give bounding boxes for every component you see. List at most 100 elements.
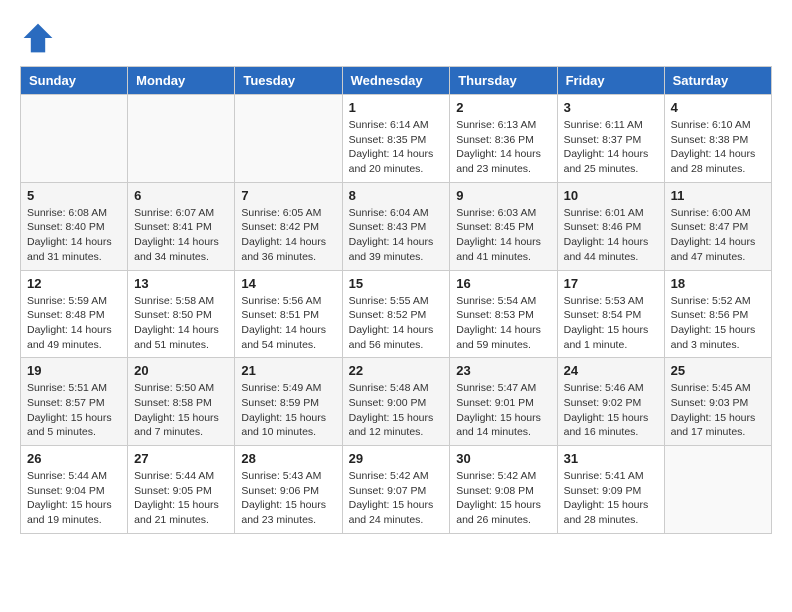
day-info: Sunrise: 6:13 AMSunset: 8:36 PMDaylight:… (456, 118, 550, 177)
calendar-cell: 4 Sunrise: 6:10 AMSunset: 8:38 PMDaylight… (664, 95, 771, 183)
day-number: 7 (241, 188, 335, 203)
day-info: Sunrise: 5:47 AMSunset: 9:01 PMDaylight:… (456, 381, 550, 440)
calendar-cell: 17 Sunrise: 5:53 AMSunset: 8:54 PMDayligh… (557, 270, 664, 358)
calendar-day-header: Monday (128, 67, 235, 95)
day-info: Sunrise: 5:42 AMSunset: 9:08 PMDaylight:… (456, 469, 550, 528)
day-number: 14 (241, 276, 335, 291)
day-number: 5 (27, 188, 121, 203)
day-info: Sunrise: 5:55 AMSunset: 8:52 PMDaylight:… (349, 294, 444, 353)
day-info: Sunrise: 6:00 AMSunset: 8:47 PMDaylight:… (671, 206, 765, 265)
day-number: 11 (671, 188, 765, 203)
day-number: 15 (349, 276, 444, 291)
day-number: 1 (349, 100, 444, 115)
day-info: Sunrise: 5:44 AMSunset: 9:05 PMDaylight:… (134, 469, 228, 528)
calendar-day-header: Sunday (21, 67, 128, 95)
day-number: 22 (349, 363, 444, 378)
calendar-cell: 23 Sunrise: 5:47 AMSunset: 9:01 PMDayligh… (450, 358, 557, 446)
calendar-week-row: 26 Sunrise: 5:44 AMSunset: 9:04 PMDayligh… (21, 446, 772, 534)
day-info: Sunrise: 6:11 AMSunset: 8:37 PMDaylight:… (564, 118, 658, 177)
calendar-cell (664, 446, 771, 534)
day-info: Sunrise: 6:03 AMSunset: 8:45 PMDaylight:… (456, 206, 550, 265)
day-info: Sunrise: 5:53 AMSunset: 8:54 PMDaylight:… (564, 294, 658, 353)
calendar-cell (128, 95, 235, 183)
calendar-cell: 10 Sunrise: 6:01 AMSunset: 8:46 PMDayligh… (557, 182, 664, 270)
day-number: 10 (564, 188, 658, 203)
calendar-cell: 18 Sunrise: 5:52 AMSunset: 8:56 PMDayligh… (664, 270, 771, 358)
calendar-cell: 22 Sunrise: 5:48 AMSunset: 9:00 PMDayligh… (342, 358, 450, 446)
day-info: Sunrise: 5:59 AMSunset: 8:48 PMDaylight:… (27, 294, 121, 353)
day-info: Sunrise: 6:10 AMSunset: 8:38 PMDaylight:… (671, 118, 765, 177)
calendar-day-header: Tuesday (235, 67, 342, 95)
calendar-cell: 1 Sunrise: 6:14 AMSunset: 8:35 PMDaylight… (342, 95, 450, 183)
day-number: 25 (671, 363, 765, 378)
calendar-cell: 26 Sunrise: 5:44 AMSunset: 9:04 PMDayligh… (21, 446, 128, 534)
day-number: 13 (134, 276, 228, 291)
logo-icon (20, 20, 56, 56)
calendar-cell (21, 95, 128, 183)
calendar-cell: 25 Sunrise: 5:45 AMSunset: 9:03 PMDayligh… (664, 358, 771, 446)
calendar-week-row: 19Sunrise: 5:51 AMSunset: 8:57 PMDayligh… (21, 358, 772, 446)
day-number: 3 (564, 100, 658, 115)
day-info: Sunrise: 5:54 AMSunset: 8:53 PMDaylight:… (456, 294, 550, 353)
day-number: 31 (564, 451, 658, 466)
calendar-cell: 21 Sunrise: 5:49 AMSunset: 8:59 PMDayligh… (235, 358, 342, 446)
day-info: Sunrise: 6:14 AMSunset: 8:35 PMDaylight:… (349, 118, 444, 177)
day-info: Sunrise: 5:56 AMSunset: 8:51 PMDaylight:… (241, 294, 335, 353)
page-header (20, 20, 772, 56)
day-number: 12 (27, 276, 121, 291)
calendar-cell: 27Sunrise: 5:44 AMSunset: 9:05 PMDayligh… (128, 446, 235, 534)
day-info: Sunrise: 5:49 AMSunset: 8:59 PMDaylight:… (241, 381, 335, 440)
calendar-week-row: 5 Sunrise: 6:08 AMSunset: 8:40 PMDaylight… (21, 182, 772, 270)
day-info: Sunrise: 6:07 AMSunset: 8:41 PMDaylight:… (134, 206, 228, 265)
day-info: Sunrise: 6:08 AMSunset: 8:40 PMDaylight:… (27, 206, 121, 265)
day-number: 20 (134, 363, 228, 378)
day-number: 17 (564, 276, 658, 291)
calendar-table: SundayMondayTuesdayWednesdayThursdayFrid… (20, 66, 772, 534)
day-number: 23 (456, 363, 550, 378)
calendar-cell: 20 Sunrise: 5:50 AMSunset: 8:58 PMDayligh… (128, 358, 235, 446)
calendar-cell: 9 Sunrise: 6:03 AMSunset: 8:45 PMDaylight… (450, 182, 557, 270)
day-number: 18 (671, 276, 765, 291)
calendar-day-header: Friday (557, 67, 664, 95)
day-info: Sunrise: 5:42 AMSunset: 9:07 PMDaylight:… (349, 469, 444, 528)
calendar-week-row: 1 Sunrise: 6:14 AMSunset: 8:35 PMDaylight… (21, 95, 772, 183)
calendar-cell: 31Sunrise: 5:41 AMSunset: 9:09 PMDayligh… (557, 446, 664, 534)
calendar-header-row: SundayMondayTuesdayWednesdayThursdayFrid… (21, 67, 772, 95)
day-number: 16 (456, 276, 550, 291)
calendar-cell: 24 Sunrise: 5:46 AMSunset: 9:02 PMDayligh… (557, 358, 664, 446)
day-info: Sunrise: 5:52 AMSunset: 8:56 PMDaylight:… (671, 294, 765, 353)
day-info: Sunrise: 5:46 AMSunset: 9:02 PMDaylight:… (564, 381, 658, 440)
calendar-week-row: 12 Sunrise: 5:59 AMSunset: 8:48 PMDayligh… (21, 270, 772, 358)
calendar-cell (235, 95, 342, 183)
calendar-cell: 14 Sunrise: 5:56 AMSunset: 8:51 PMDayligh… (235, 270, 342, 358)
day-info: Sunrise: 5:45 AMSunset: 9:03 PMDaylight:… (671, 381, 765, 440)
day-number: 30 (456, 451, 550, 466)
calendar-cell: 3 Sunrise: 6:11 AMSunset: 8:37 PMDaylight… (557, 95, 664, 183)
day-info: Sunrise: 6:05 AMSunset: 8:42 PMDaylight:… (241, 206, 335, 265)
day-number: 2 (456, 100, 550, 115)
day-number: 24 (564, 363, 658, 378)
day-info: Sunrise: 6:04 AMSunset: 8:43 PMDaylight:… (349, 206, 444, 265)
calendar-cell: 13Sunrise: 5:58 AMSunset: 8:50 PMDayligh… (128, 270, 235, 358)
day-info: Sunrise: 5:48 AMSunset: 9:00 PMDaylight:… (349, 381, 444, 440)
day-number: 4 (671, 100, 765, 115)
day-number: 9 (456, 188, 550, 203)
day-number: 26 (27, 451, 121, 466)
calendar-cell: 29 Sunrise: 5:42 AMSunset: 9:07 PMDayligh… (342, 446, 450, 534)
day-info: Sunrise: 6:01 AMSunset: 8:46 PMDaylight:… (564, 206, 658, 265)
calendar-cell: 16 Sunrise: 5:54 AMSunset: 8:53 PMDayligh… (450, 270, 557, 358)
day-info: Sunrise: 5:51 AMSunset: 8:57 PMDaylight:… (27, 381, 121, 440)
logo (20, 20, 60, 56)
day-info: Sunrise: 5:50 AMSunset: 8:58 PMDaylight:… (134, 381, 228, 440)
day-number: 21 (241, 363, 335, 378)
day-info: Sunrise: 5:44 AMSunset: 9:04 PMDaylight:… (27, 469, 121, 528)
day-info: Sunrise: 5:43 AMSunset: 9:06 PMDaylight:… (241, 469, 335, 528)
calendar-cell: 2 Sunrise: 6:13 AMSunset: 8:36 PMDaylight… (450, 95, 557, 183)
day-number: 29 (349, 451, 444, 466)
day-number: 28 (241, 451, 335, 466)
day-number: 6 (134, 188, 228, 203)
calendar-cell: 11 Sunrise: 6:00 AMSunset: 8:47 PMDayligh… (664, 182, 771, 270)
calendar-cell: 28 Sunrise: 5:43 AMSunset: 9:06 PMDayligh… (235, 446, 342, 534)
day-number: 8 (349, 188, 444, 203)
calendar-cell: 15 Sunrise: 5:55 AMSunset: 8:52 PMDayligh… (342, 270, 450, 358)
